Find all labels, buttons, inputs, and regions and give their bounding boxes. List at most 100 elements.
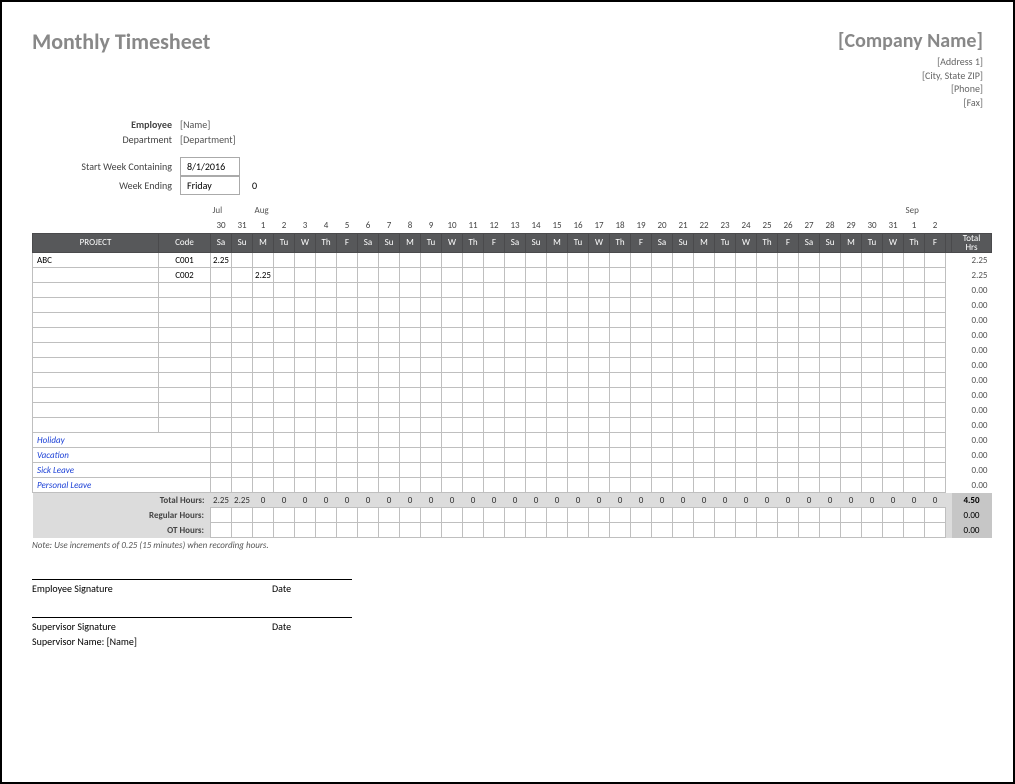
hours-cell[interactable] (631, 358, 652, 373)
hours-cell[interactable] (736, 343, 757, 358)
hours-cell[interactable] (862, 283, 883, 298)
hours-cell[interactable] (316, 358, 337, 373)
hours-cell[interactable] (610, 268, 631, 283)
hours-cell[interactable] (211, 433, 232, 448)
hours-cell[interactable] (211, 388, 232, 403)
hours-cell[interactable] (232, 463, 253, 478)
ot-hours-cell[interactable] (673, 523, 694, 538)
hours-cell[interactable] (421, 328, 442, 343)
hours-cell[interactable] (316, 388, 337, 403)
hours-cell[interactable] (232, 433, 253, 448)
regular-hours-cell[interactable] (694, 508, 715, 523)
hours-cell[interactable] (421, 268, 442, 283)
hours-cell[interactable] (463, 418, 484, 433)
hours-cell[interactable] (337, 313, 358, 328)
hours-cell[interactable] (673, 448, 694, 463)
hours-cell[interactable] (379, 403, 400, 418)
hours-cell[interactable] (211, 343, 232, 358)
hours-cell[interactable] (211, 328, 232, 343)
code-cell[interactable]: C001 (159, 253, 211, 268)
ot-hours-cell[interactable] (883, 523, 904, 538)
hours-cell[interactable] (883, 478, 904, 493)
hours-cell[interactable] (337, 418, 358, 433)
hours-cell[interactable] (715, 448, 736, 463)
hours-cell[interactable] (757, 478, 778, 493)
hours-cell[interactable] (736, 403, 757, 418)
hours-cell[interactable] (568, 283, 589, 298)
hours-cell[interactable] (673, 253, 694, 268)
hours-cell[interactable] (820, 448, 841, 463)
hours-cell[interactable] (358, 418, 379, 433)
hours-cell[interactable] (232, 283, 253, 298)
hours-cell[interactable] (463, 268, 484, 283)
hours-cell[interactable] (253, 358, 274, 373)
hours-cell[interactable] (757, 388, 778, 403)
hours-cell[interactable] (841, 313, 862, 328)
hours-cell[interactable] (358, 403, 379, 418)
regular-hours-cell[interactable] (862, 508, 883, 523)
hours-cell[interactable] (463, 343, 484, 358)
hours-cell[interactable] (841, 283, 862, 298)
hours-cell[interactable] (358, 313, 379, 328)
hours-cell[interactable] (778, 358, 799, 373)
hours-cell[interactable] (673, 268, 694, 283)
hours-cell[interactable] (358, 448, 379, 463)
project-cell[interactable] (33, 343, 159, 358)
hours-cell[interactable] (757, 433, 778, 448)
hours-cell[interactable] (589, 418, 610, 433)
ot-hours-cell[interactable] (505, 523, 526, 538)
hours-cell[interactable] (610, 313, 631, 328)
code-cell[interactable] (159, 373, 211, 388)
hours-cell[interactable] (736, 418, 757, 433)
hours-cell[interactable] (379, 463, 400, 478)
hours-cell[interactable] (736, 373, 757, 388)
leave-label[interactable]: Personal Leave (33, 478, 211, 493)
hours-cell[interactable] (463, 298, 484, 313)
hours-cell[interactable] (694, 343, 715, 358)
hours-cell[interactable] (778, 283, 799, 298)
project-cell[interactable] (33, 418, 159, 433)
hours-cell[interactable] (400, 388, 421, 403)
hours-cell[interactable] (547, 358, 568, 373)
hours-cell[interactable] (862, 448, 883, 463)
hours-cell[interactable] (379, 298, 400, 313)
hours-cell[interactable] (211, 478, 232, 493)
hours-cell[interactable] (484, 253, 505, 268)
ot-hours-cell[interactable] (799, 523, 820, 538)
hours-cell[interactable] (358, 388, 379, 403)
hours-cell[interactable] (253, 448, 274, 463)
regular-hours-cell[interactable] (400, 508, 421, 523)
hours-cell[interactable] (925, 448, 946, 463)
hours-cell[interactable] (799, 418, 820, 433)
ot-hours-cell[interactable] (589, 523, 610, 538)
hours-cell[interactable] (694, 253, 715, 268)
hours-cell[interactable] (232, 328, 253, 343)
hours-cell[interactable] (883, 343, 904, 358)
project-cell[interactable] (33, 298, 159, 313)
hours-cell[interactable] (652, 373, 673, 388)
hours-cell[interactable] (589, 253, 610, 268)
hours-cell[interactable] (610, 388, 631, 403)
hours-cell[interactable] (253, 418, 274, 433)
hours-cell[interactable] (442, 358, 463, 373)
hours-cell[interactable] (505, 403, 526, 418)
hours-cell[interactable] (463, 373, 484, 388)
hours-cell[interactable] (316, 313, 337, 328)
hours-cell[interactable] (736, 478, 757, 493)
hours-cell[interactable] (736, 283, 757, 298)
ot-hours-cell[interactable] (778, 523, 799, 538)
hours-cell[interactable] (547, 313, 568, 328)
hours-cell[interactable] (883, 358, 904, 373)
hours-cell[interactable] (253, 373, 274, 388)
hours-cell[interactable] (778, 463, 799, 478)
hours-cell[interactable] (610, 463, 631, 478)
ot-hours-cell[interactable] (253, 523, 274, 538)
hours-cell[interactable] (484, 343, 505, 358)
hours-cell[interactable] (820, 433, 841, 448)
hours-cell[interactable] (379, 448, 400, 463)
hours-cell[interactable] (610, 298, 631, 313)
hours-cell[interactable] (694, 313, 715, 328)
hours-cell[interactable] (904, 418, 925, 433)
hours-cell[interactable] (442, 313, 463, 328)
hours-cell[interactable] (505, 343, 526, 358)
